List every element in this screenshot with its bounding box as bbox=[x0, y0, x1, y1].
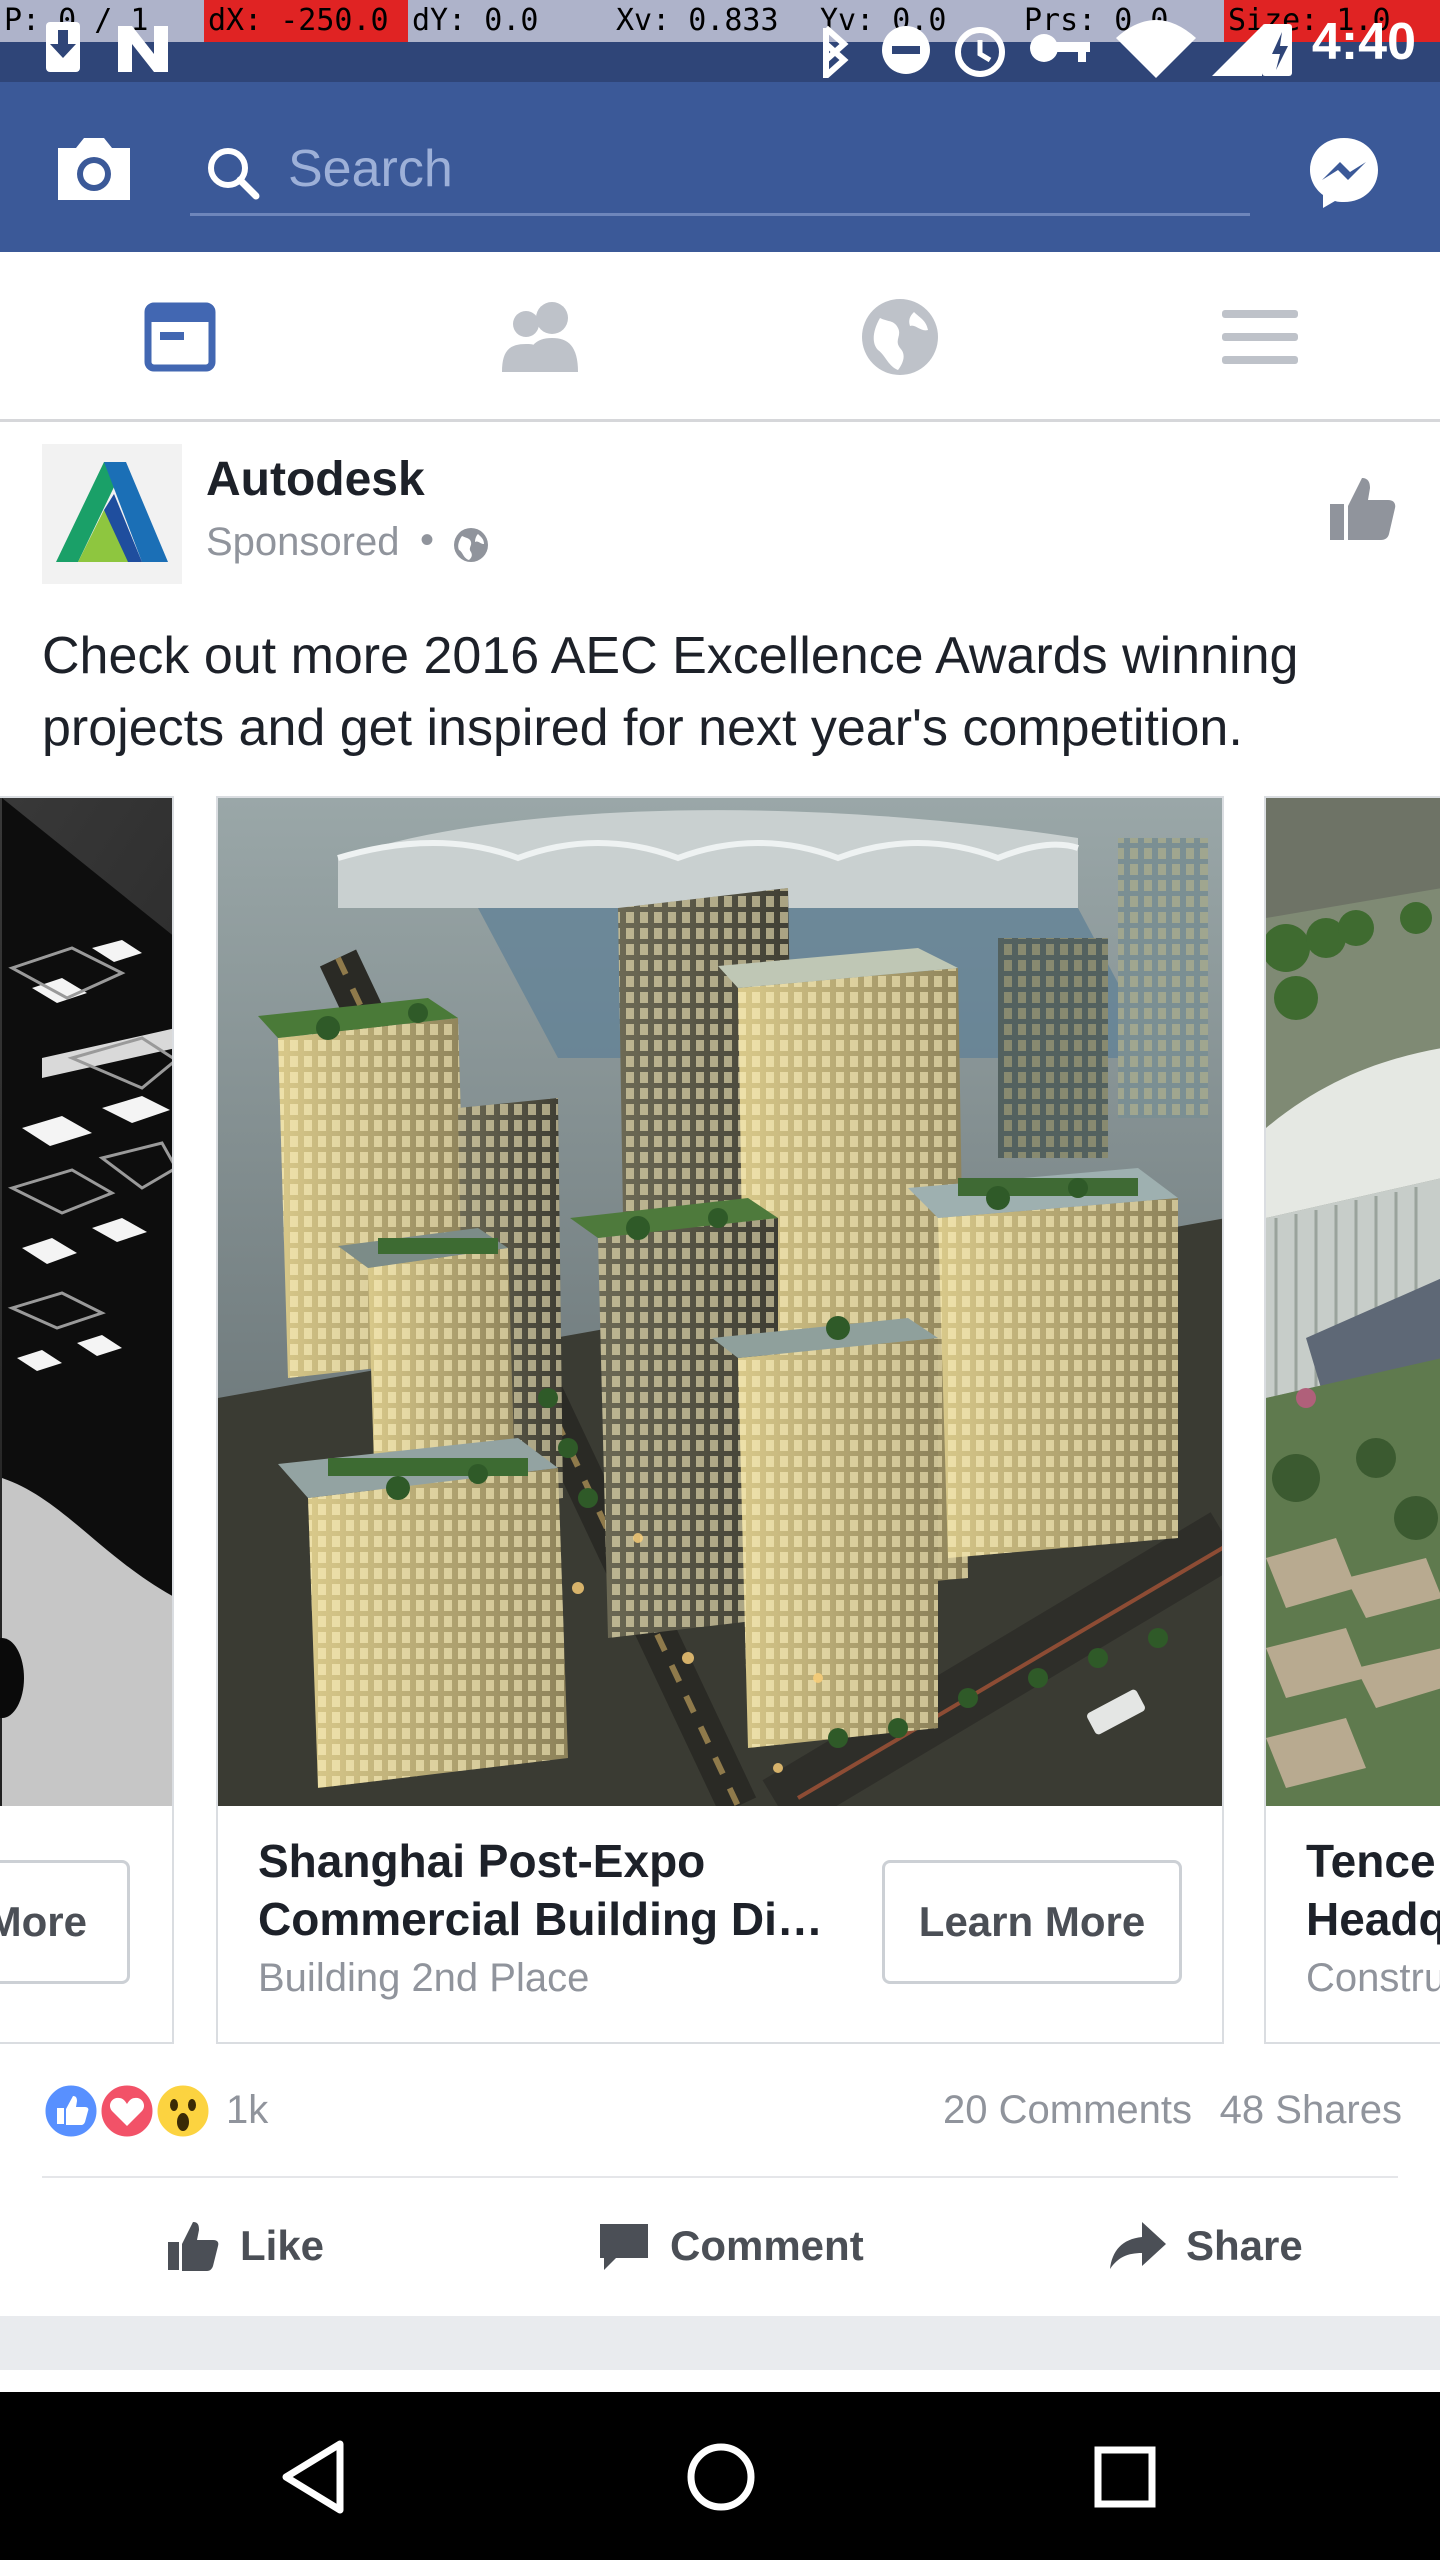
learn-more-button[interactable]: Learn More bbox=[882, 1860, 1182, 1984]
comment-icon bbox=[600, 2224, 648, 2270]
carousel-card-right[interactable]: Tence Headq Constru bbox=[1264, 796, 1440, 2044]
feed-separator bbox=[0, 2316, 1440, 2370]
like-icon bbox=[168, 2222, 219, 2271]
battery-icon bbox=[1262, 24, 1292, 76]
page-name[interactable]: Autodesk bbox=[206, 452, 425, 507]
comments-count[interactable]: 20 Comments bbox=[943, 2088, 1192, 2133]
public-globe-icon bbox=[454, 528, 488, 562]
search-icon bbox=[208, 148, 260, 200]
card-footer-right: Tence Headq Constru bbox=[1266, 1806, 1440, 2042]
autodesk-logo[interactable] bbox=[42, 444, 182, 584]
status-time: 4:40 bbox=[1311, 13, 1416, 71]
wow-reaction-icon bbox=[154, 2082, 212, 2140]
wifi-icon bbox=[1116, 20, 1196, 78]
reaction-count[interactable]: 1k bbox=[226, 2088, 268, 2133]
tab-friends[interactable] bbox=[490, 292, 590, 382]
like-label: Like bbox=[240, 2222, 325, 2269]
comment-button[interactable]: Comment bbox=[596, 2206, 864, 2286]
recents-icon[interactable] bbox=[1080, 2432, 1170, 2522]
sponsored-label: Sponsored bbox=[206, 520, 400, 564]
card-title-right-line1: Tence bbox=[1306, 1835, 1436, 1887]
post-text: Check out more 2016 AEC Excellence Award… bbox=[42, 627, 1299, 757]
card-subtitle-right: Constru bbox=[1306, 1956, 1440, 2000]
card-title-line2: Commercial Building Dist… bbox=[258, 1893, 848, 1945]
tab-menu[interactable] bbox=[1210, 292, 1310, 382]
tab-bar bbox=[0, 252, 1440, 422]
dnd-icon bbox=[882, 26, 930, 74]
back-icon[interactable] bbox=[270, 2432, 360, 2522]
home-icon[interactable] bbox=[676, 2432, 766, 2522]
carousel[interactable]: More bbox=[0, 796, 1440, 2046]
share-icon bbox=[1110, 2222, 1166, 2269]
post-actions: Like Comment Share bbox=[0, 2178, 1440, 2316]
card-title-right-line2: Headq bbox=[1306, 1893, 1440, 1945]
status-icons bbox=[46, 20, 1292, 78]
card-footer-center: Shanghai Post-Expo Commercial Building D… bbox=[218, 1806, 1222, 2042]
search-bar[interactable] bbox=[190, 124, 1250, 216]
android-nav-bar bbox=[0, 2392, 1440, 2560]
like-reaction-icon bbox=[42, 2082, 100, 2140]
card-title-right[interactable]: Tence Headq bbox=[1306, 1832, 1440, 1948]
separator-dot: • bbox=[420, 518, 435, 562]
vpn-key-icon bbox=[1030, 34, 1090, 62]
bluetooth-icon bbox=[823, 25, 849, 78]
download-icon bbox=[46, 22, 80, 72]
learn-more-button-left[interactable]: More bbox=[0, 1860, 130, 1984]
top-app-bar bbox=[0, 82, 1440, 252]
share-button[interactable]: Share bbox=[1108, 2206, 1303, 2286]
love-reaction-icon bbox=[98, 2082, 156, 2140]
camera-icon[interactable] bbox=[54, 134, 134, 204]
card-title-line1: Shanghai Post-Expo bbox=[258, 1835, 706, 1887]
notification-n-icon bbox=[118, 26, 168, 72]
search-input[interactable] bbox=[286, 132, 1226, 206]
like-button[interactable]: Like bbox=[166, 2206, 324, 2286]
card-title[interactable]: Shanghai Post-Expo Commercial Building D… bbox=[258, 1832, 848, 1948]
carousel-card-left[interactable]: More bbox=[0, 796, 174, 2044]
alarm-icon bbox=[955, 27, 1005, 77]
signal-icon bbox=[1212, 26, 1262, 76]
card-image-shanghai[interactable] bbox=[218, 798, 1222, 1806]
post-header: Autodesk Sponsored • bbox=[0, 422, 1440, 622]
status-bar: P: 0 / 1 dX: -250.0 dY: 0.0 Xv: 0.833 Yv… bbox=[0, 0, 1440, 82]
tab-news-feed[interactable] bbox=[130, 292, 230, 382]
card-image-tencent[interactable] bbox=[1266, 798, 1440, 1806]
share-label: Share bbox=[1186, 2222, 1303, 2269]
card-footer-left: More bbox=[0, 1806, 172, 2042]
messenger-icon[interactable] bbox=[1306, 134, 1382, 210]
tab-notifications-globe[interactable] bbox=[850, 292, 950, 382]
comment-label: Comment bbox=[670, 2222, 864, 2269]
card-image-interior[interactable] bbox=[0, 798, 172, 1806]
next-story-edge bbox=[0, 2370, 1440, 2392]
carousel-card-center[interactable]: Shanghai Post-Expo Commercial Building D… bbox=[216, 796, 1224, 2044]
like-page-icon[interactable] bbox=[1326, 472, 1398, 544]
reactions-row[interactable]: 1k 20 Comments 48 Shares bbox=[42, 2078, 1402, 2148]
shares-count[interactable]: 48 Shares bbox=[1220, 2088, 1402, 2133]
card-subtitle: Building 2nd Place bbox=[258, 1956, 590, 2000]
